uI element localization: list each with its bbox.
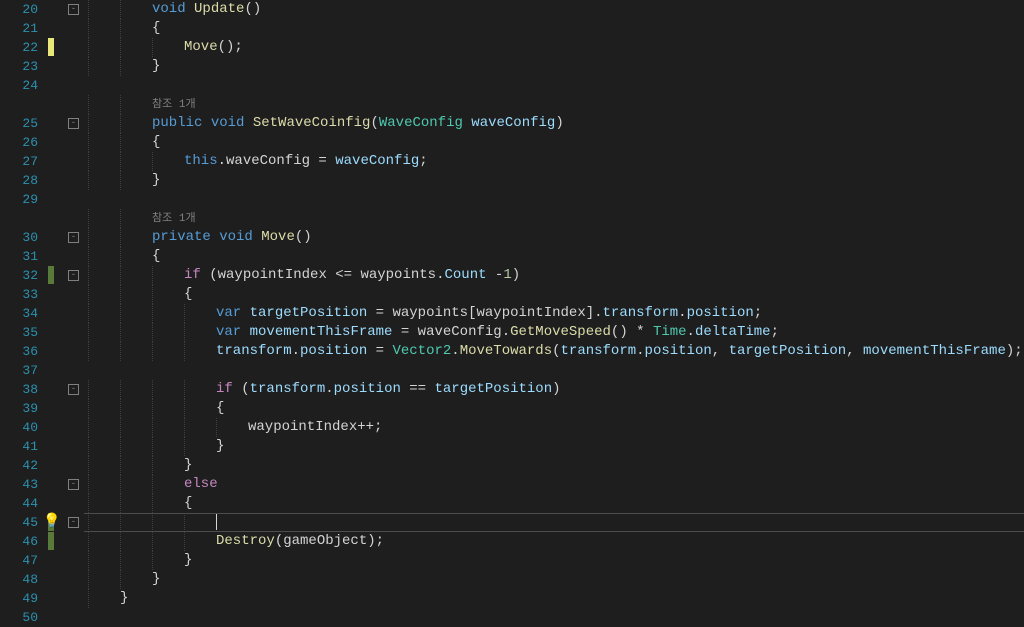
code-editor[interactable]: 2021222324 2526272829 30313233343536373839… <box>0 0 1024 618</box>
code-line[interactable] <box>84 190 1024 209</box>
code-line[interactable]: var targetPosition = waypoints[waypointI… <box>84 304 1024 323</box>
code-line[interactable]: } <box>84 589 1024 608</box>
code-line[interactable]: { <box>84 247 1024 266</box>
line-number: 41 <box>0 437 38 456</box>
code-line[interactable]: transform.position = Vector2.MoveTowards… <box>84 342 1024 361</box>
line-number: 42 <box>0 456 38 475</box>
fold-toggle[interactable]: - <box>68 4 79 15</box>
line-number: 38 <box>0 380 38 399</box>
line-number: 27 <box>0 152 38 171</box>
code-line[interactable]: 참조 1개 <box>84 209 1024 228</box>
lightbulb-icon[interactable]: 💡 <box>43 514 59 530</box>
code-line[interactable]: 참조 1개 <box>84 95 1024 114</box>
fold-toggle[interactable]: - <box>68 270 79 281</box>
fold-toggle[interactable]: - <box>68 517 79 528</box>
fold-toggle[interactable]: - <box>68 479 79 490</box>
fold-gutter: - - - - - - - <box>66 0 84 618</box>
saved-marker <box>48 266 54 284</box>
codelens-references[interactable]: 참조 1개 <box>152 99 196 111</box>
code-area[interactable]: void Update(){Move();}참조 1개public void S… <box>84 0 1024 618</box>
code-line[interactable] <box>84 76 1024 95</box>
line-number: 40 <box>0 418 38 437</box>
line-number: 46 <box>0 532 38 551</box>
line-number: 36 <box>0 342 38 361</box>
code-line[interactable]: Move(); <box>84 38 1024 57</box>
saved-marker <box>48 532 54 550</box>
line-number: 31 <box>0 247 38 266</box>
code-line[interactable]: { <box>84 285 1024 304</box>
line-number: 22 <box>0 38 38 57</box>
code-line[interactable]: waypointIndex++; <box>84 418 1024 437</box>
line-number: 28 <box>0 171 38 190</box>
code-line[interactable]: { <box>84 494 1024 513</box>
code-line[interactable]: if (transform.position == targetPosition… <box>84 380 1024 399</box>
line-number: 34 <box>0 304 38 323</box>
line-number: 37 <box>0 361 38 380</box>
fold-toggle[interactable]: - <box>68 384 79 395</box>
code-line[interactable]: } <box>84 171 1024 190</box>
code-line[interactable]: public void SetWaveCoinfig(WaveConfig wa… <box>84 114 1024 133</box>
line-number: 35 <box>0 323 38 342</box>
code-line[interactable]: } <box>84 570 1024 589</box>
line-number: 44 <box>0 494 38 513</box>
line-number-gutter: 2021222324 2526272829 30313233343536373839… <box>0 0 48 618</box>
modified-marker <box>48 38 54 56</box>
line-number <box>0 95 38 114</box>
codelens-references[interactable]: 참조 1개 <box>152 213 196 225</box>
change-markers: 💡 <box>48 0 66 618</box>
fold-toggle[interactable]: - <box>68 232 79 243</box>
code-line[interactable]: { <box>84 133 1024 152</box>
code-line[interactable]: } <box>84 437 1024 456</box>
line-number: 33 <box>0 285 38 304</box>
code-line[interactable] <box>84 513 1024 532</box>
line-number: 21 <box>0 19 38 38</box>
line-number: 20 <box>0 0 38 19</box>
code-line[interactable]: } <box>84 57 1024 76</box>
line-number: 47 <box>0 551 38 570</box>
code-line[interactable]: else <box>84 475 1024 494</box>
line-number: 43 <box>0 475 38 494</box>
code-line[interactable]: void Update() <box>84 0 1024 19</box>
line-number <box>0 209 38 228</box>
line-number: 26 <box>0 133 38 152</box>
line-number: 45 <box>0 513 38 532</box>
code-line[interactable]: } <box>84 551 1024 570</box>
line-number: 49 <box>0 589 38 608</box>
line-number: 23 <box>0 57 38 76</box>
code-line[interactable]: { <box>84 19 1024 38</box>
code-line[interactable]: if (waypointIndex <= waypoints.Count -1) <box>84 266 1024 285</box>
code-line[interactable]: this.waveConfig = waveConfig; <box>84 152 1024 171</box>
line-number: 32 <box>0 266 38 285</box>
line-number: 48 <box>0 570 38 589</box>
line-number: 25 <box>0 114 38 133</box>
text-cursor <box>216 513 217 530</box>
code-line[interactable]: Destroy(gameObject); <box>84 532 1024 551</box>
line-number: 29 <box>0 190 38 209</box>
code-line[interactable]: { <box>84 399 1024 418</box>
code-line[interactable]: private void Move() <box>84 228 1024 247</box>
code-line[interactable]: } <box>84 456 1024 475</box>
code-line[interactable]: var movementThisFrame = waveConfig.GetMo… <box>84 323 1024 342</box>
line-number: 39 <box>0 399 38 418</box>
code-line[interactable] <box>84 361 1024 380</box>
line-number: 30 <box>0 228 38 247</box>
line-number: 24 <box>0 76 38 95</box>
fold-toggle[interactable]: - <box>68 118 79 129</box>
